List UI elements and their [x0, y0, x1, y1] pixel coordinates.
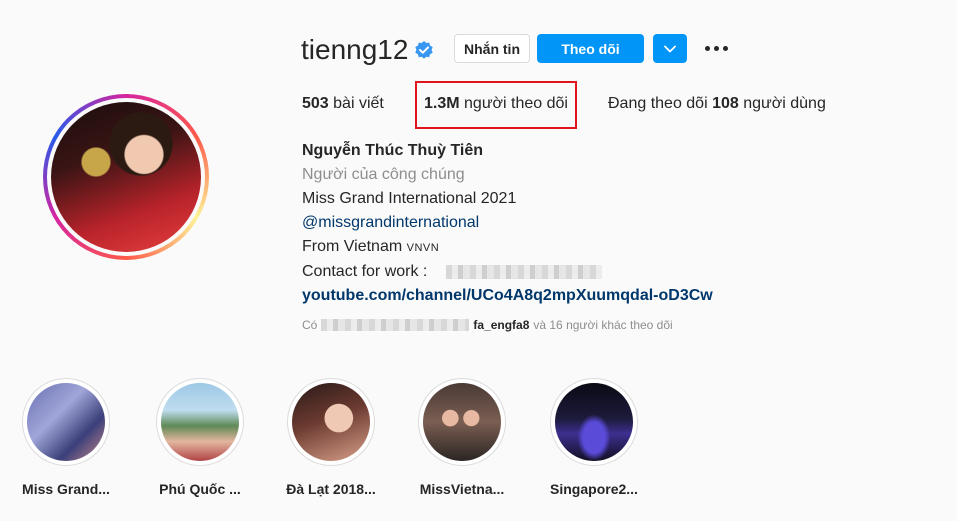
contact-line: Contact for work :: [302, 260, 713, 284]
highlight-label: Miss Grand...: [22, 481, 110, 497]
bio-line: Miss Grand International 2021: [302, 190, 517, 207]
avatar-image: [51, 102, 201, 252]
highlight-ring: [550, 378, 638, 466]
followed-by-prefix: Có: [302, 318, 318, 332]
full-name: Nguyễn Thúc Thuỳ Tiên: [302, 142, 484, 159]
highlight-cover: [423, 383, 501, 461]
avatar-inner: [47, 98, 205, 256]
highlight-label: Phú Quốc ...: [159, 481, 241, 497]
more-options-button[interactable]: [700, 34, 732, 63]
following-label: người dùng: [743, 95, 826, 112]
follow-button[interactable]: Theo dõi: [537, 34, 644, 63]
highlight-ring: [156, 378, 244, 466]
followed-by[interactable]: Có fa_engfa8 và 16 người khác theo dõi: [302, 318, 673, 332]
verified-badge-icon: [414, 40, 434, 60]
category-label: Người của công chúng: [302, 166, 465, 183]
following-count: 108: [712, 95, 739, 112]
followed-by-suffix: và 16 người khác theo dõi: [533, 318, 673, 332]
story-highlights: Miss Grand... Phú Quốc ... Đà Lạt 2018..…: [0, 378, 957, 518]
highlight-item[interactable]: Singapore2...: [538, 378, 650, 497]
external-link[interactable]: youtube.com/channel/UCo4A8q2mpXuumqdal-o…: [302, 284, 713, 308]
dot: [704, 46, 710, 51]
highlight-item[interactable]: Miss Grand...: [10, 378, 122, 497]
highlight-label: Singapore2...: [550, 481, 638, 497]
highlight-ring: [418, 378, 506, 466]
following-stat[interactable]: Đang theo dõi 108 người dùng: [608, 95, 826, 113]
bio-section: Nguyễn Thúc Thuỳ Tiên Người của công chú…: [302, 139, 713, 308]
highlight-cover: [292, 383, 370, 461]
posts-stat: 503 bài viết: [302, 95, 384, 113]
from-text: From Vietnam: [302, 238, 403, 255]
highlight-ring: [22, 378, 110, 466]
message-button[interactable]: Nhắn tin: [454, 34, 530, 63]
highlight-item[interactable]: Đà Lạt 2018...: [275, 378, 387, 497]
following-prefix: Đang theo dõi: [608, 95, 708, 112]
username-row: tienng12: [301, 34, 434, 66]
annotation-highlight-box: [415, 81, 577, 129]
mention-link[interactable]: @missgrandinternational: [302, 211, 713, 235]
username: tienng12: [301, 34, 409, 65]
dot: [713, 46, 719, 51]
flag-text: VNVN: [406, 242, 440, 254]
followed-by-username: fa_engfa8: [473, 318, 530, 332]
bio-from-line: From Vietnam VNVN: [302, 235, 713, 260]
highlight-item[interactable]: Phú Quốc ...: [144, 378, 256, 497]
highlight-cover: [555, 383, 633, 461]
contact-label: Contact for work :: [302, 263, 428, 280]
highlight-label: Đà Lạt 2018...: [286, 481, 376, 497]
highlight-ring: [287, 378, 375, 466]
profile-avatar[interactable]: [43, 94, 209, 260]
chevron-down-icon: [664, 45, 676, 52]
highlight-item[interactable]: MissVietna...: [406, 378, 518, 497]
highlight-cover: [161, 383, 239, 461]
redacted-usernames: [321, 319, 470, 331]
highlight-label: MissVietna...: [419, 481, 505, 497]
suggestions-dropdown-button[interactable]: [653, 34, 687, 63]
dot: [722, 46, 728, 51]
posts-label: bài viết: [333, 95, 384, 112]
redacted-contact: [445, 264, 602, 279]
highlight-cover: [27, 383, 105, 461]
posts-count: 503: [302, 95, 329, 112]
